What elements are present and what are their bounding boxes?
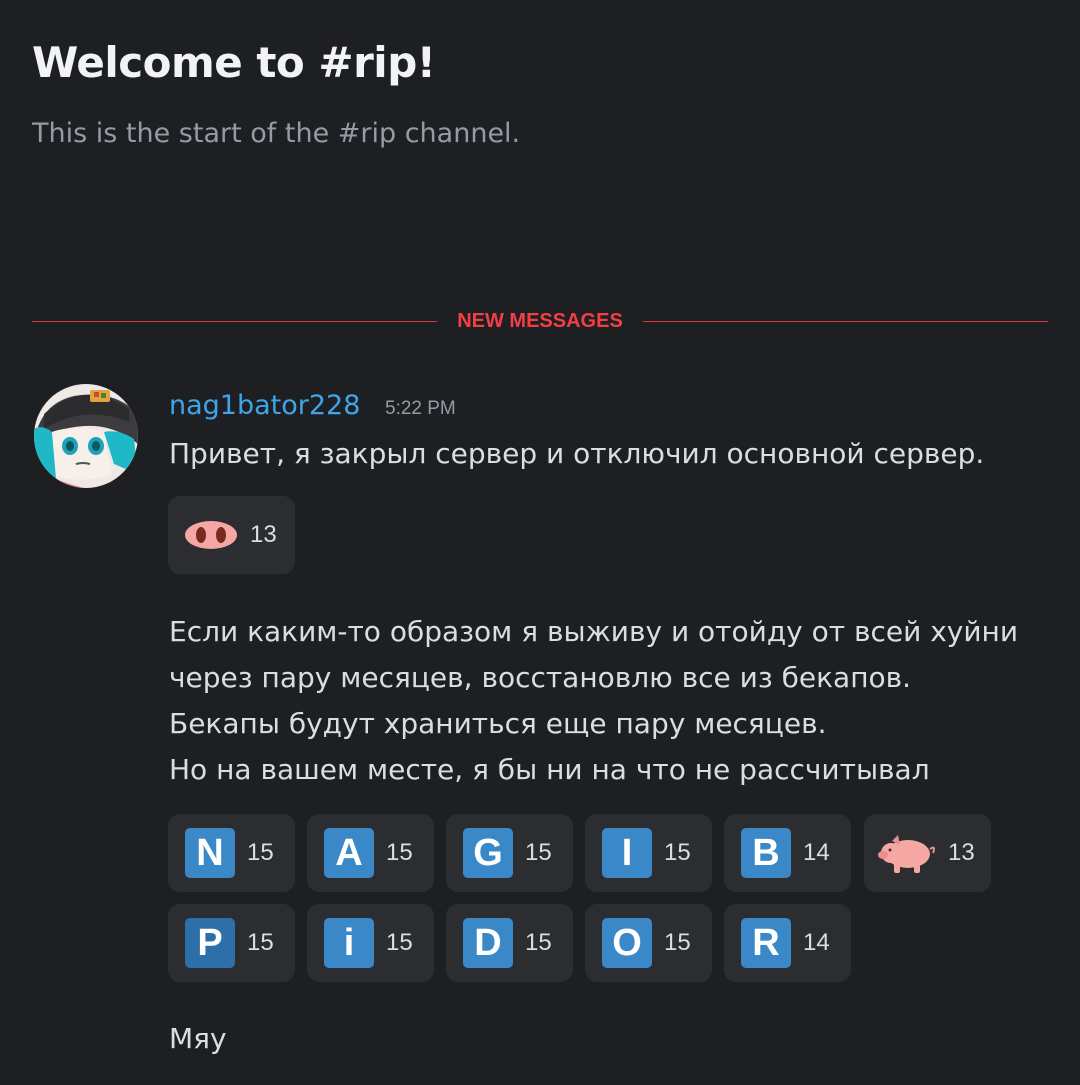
reaction-letter-g[interactable]: G 15 <box>446 814 573 892</box>
reaction-letter-i[interactable]: I 15 <box>585 814 712 892</box>
message-text: Привет, я закрыл сервер и отключил основ… <box>169 437 985 470</box>
reaction-letter-n[interactable]: N 15 <box>168 814 295 892</box>
reaction-count: 15 <box>525 839 552 866</box>
message-author[interactable]: nag1bator228 <box>169 390 360 421</box>
reaction-letter-d[interactable]: D 15 <box>446 904 573 982</box>
avatar-image <box>34 384 138 488</box>
message-line: Если каким-то образом я выживу и отойду … <box>169 615 1019 648</box>
reaction-count: 14 <box>803 839 830 866</box>
new-messages-label: NEW MESSAGES <box>457 309 623 332</box>
new-messages-divider: NEW MESSAGES <box>32 306 1049 336</box>
letter-o-icon: O <box>602 918 652 968</box>
letter-i-lower-icon: i <box>324 918 374 968</box>
reaction-count: 13 <box>250 521 277 548</box>
reaction-count: 15 <box>525 929 552 956</box>
pig-icon <box>878 831 936 875</box>
reaction-letter-o[interactable]: O 15 <box>585 904 712 982</box>
reaction-count: 13 <box>948 839 975 866</box>
reaction-letter-b[interactable]: B 14 <box>724 814 851 892</box>
letter-b-icon: B <box>741 828 791 878</box>
reaction-count: 15 <box>386 929 413 956</box>
message-line: Бекапы будут храниться еще пару месяцев. <box>169 707 827 740</box>
letter-r-icon: R <box>741 918 791 968</box>
letter-p-icon: P <box>185 918 235 968</box>
reaction-letter-a[interactable]: A 15 <box>307 814 434 892</box>
reaction-letter-r[interactable]: R 14 <box>724 904 851 982</box>
avatar[interactable] <box>34 384 138 488</box>
reaction-letter-p[interactable]: P 15 <box>168 904 295 982</box>
message-text-last: Мяу <box>169 1022 227 1055</box>
channel-welcome-title: Welcome to #rip! <box>32 38 436 87</box>
channel-welcome-subtitle: This is the start of the #rip channel. <box>32 118 521 149</box>
message-line: через пару месяцев, восстановлю все из б… <box>169 661 912 694</box>
reaction-count: 15 <box>386 839 413 866</box>
reaction-count: 15 <box>664 839 691 866</box>
letter-a-icon: A <box>324 828 374 878</box>
letter-n-icon: N <box>185 828 235 878</box>
message-timestamp[interactable]: 5:22 PM <box>385 398 456 420</box>
reaction-count: 14 <box>803 929 830 956</box>
reaction-count: 15 <box>247 839 274 866</box>
reaction-letter-i-lower[interactable]: i 15 <box>307 904 434 982</box>
reaction-pig[interactable]: 13 <box>864 814 991 892</box>
divider-line-right <box>642 320 1049 322</box>
pig-nose-icon <box>184 520 238 550</box>
message-paragraph: Если каким-то образом я выживу и отойду … <box>169 609 1018 793</box>
divider-line-left <box>32 320 438 322</box>
letter-d-icon: D <box>463 918 513 968</box>
letter-g-icon: G <box>463 828 513 878</box>
message-line: Но на вашем месте, я бы ни на что не рас… <box>169 753 930 786</box>
reaction-count: 15 <box>664 929 691 956</box>
reaction-pig-nose[interactable]: 13 <box>168 496 295 574</box>
reaction-count: 15 <box>247 929 274 956</box>
letter-i-icon: I <box>602 828 652 878</box>
